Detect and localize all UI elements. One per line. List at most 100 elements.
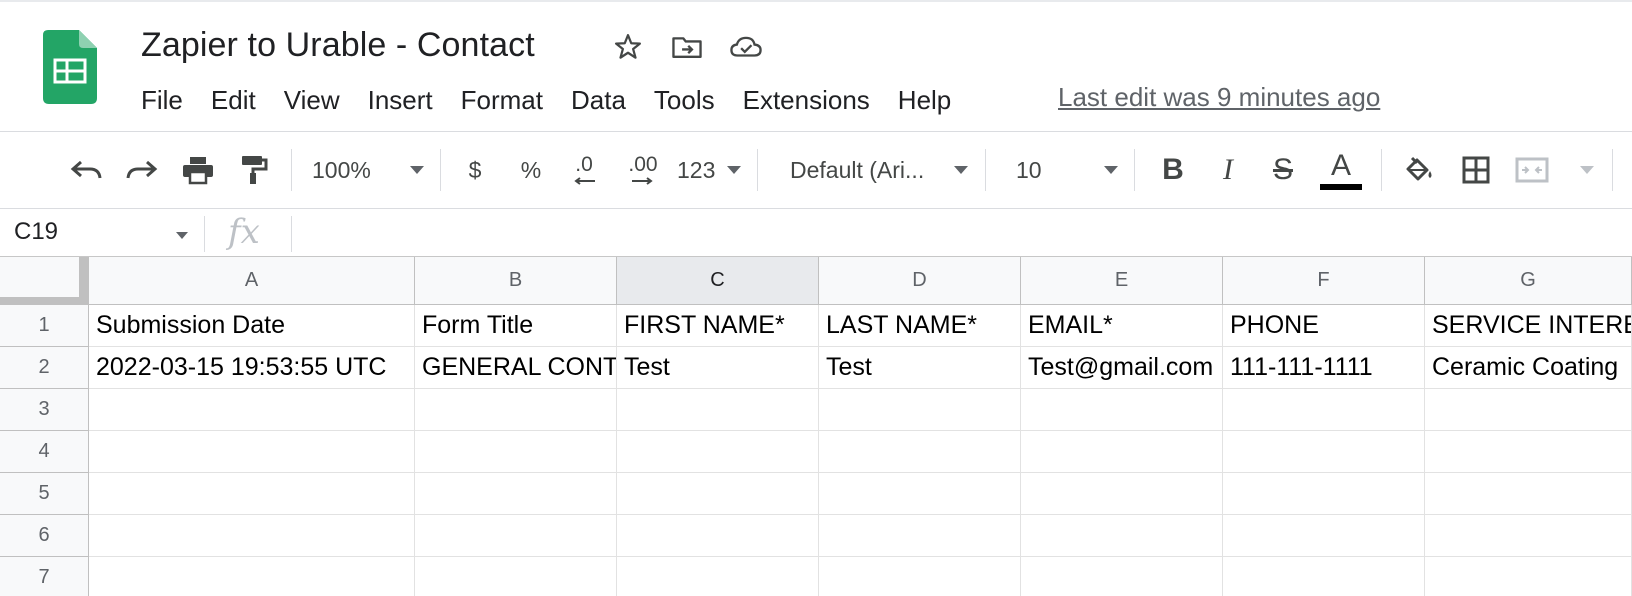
document-title[interactable]: Zapier to Urable - Contact xyxy=(141,26,535,65)
cell-a1[interactable]: Submission Date xyxy=(89,305,415,347)
cell-g6[interactable] xyxy=(1425,515,1632,557)
column-header-d[interactable]: D xyxy=(819,257,1021,305)
cell-d6[interactable] xyxy=(819,515,1021,557)
cell-b2[interactable]: GENERAL CONTACT xyxy=(415,347,617,389)
cell-a5[interactable] xyxy=(89,473,415,515)
menu-tools[interactable]: Tools xyxy=(640,85,729,116)
row-header-1[interactable]: 1 xyxy=(0,305,89,347)
menu-file[interactable]: File xyxy=(127,85,197,116)
cell-c5[interactable] xyxy=(617,473,819,515)
print-icon[interactable] xyxy=(176,147,220,193)
cell-f3[interactable] xyxy=(1223,389,1425,431)
row-header-6[interactable]: 6 xyxy=(0,515,89,557)
borders-icon[interactable] xyxy=(1454,147,1498,193)
more-formats-button[interactable]: 123 xyxy=(677,147,741,193)
column-header-e[interactable]: E xyxy=(1021,257,1223,305)
column-header-g[interactable]: G xyxy=(1425,257,1632,305)
column-header-b[interactable]: B xyxy=(415,257,617,305)
cell-g2[interactable]: Ceramic Coating xyxy=(1425,347,1632,389)
cell-d2[interactable]: Test xyxy=(819,347,1021,389)
name-box[interactable]: C19 xyxy=(14,218,58,246)
cell-f2[interactable]: 111-111-1111 xyxy=(1223,347,1425,389)
cell-b5[interactable] xyxy=(415,473,617,515)
cell-b1[interactable]: Form Title xyxy=(415,305,617,347)
column-header-a[interactable]: A xyxy=(89,257,415,305)
cell-e1[interactable]: EMAIL* xyxy=(1021,305,1223,347)
cell-f1[interactable]: PHONE xyxy=(1223,305,1425,347)
menu-view[interactable]: View xyxy=(270,85,354,116)
cell-c6[interactable] xyxy=(617,515,819,557)
cell-f7[interactable] xyxy=(1223,557,1425,596)
row-header-7[interactable]: 7 xyxy=(0,557,89,596)
formula-input[interactable] xyxy=(300,216,1620,252)
cell-d4[interactable] xyxy=(819,431,1021,473)
cell-e4[interactable] xyxy=(1021,431,1223,473)
bold-button[interactable]: B xyxy=(1153,147,1193,193)
cloud-saved-icon[interactable] xyxy=(729,30,763,64)
row-header-3[interactable]: 3 xyxy=(0,389,89,431)
cell-c3[interactable] xyxy=(617,389,819,431)
folder-move-icon[interactable] xyxy=(670,30,704,64)
cell-a7[interactable] xyxy=(89,557,415,596)
cell-d7[interactable] xyxy=(819,557,1021,596)
paint-format-icon[interactable] xyxy=(232,147,276,193)
last-edit-link[interactable]: Last edit was 9 minutes ago xyxy=(1058,82,1380,113)
zoom-select[interactable]: 100% xyxy=(312,147,424,193)
cell-e3[interactable] xyxy=(1021,389,1223,431)
cell-e5[interactable] xyxy=(1021,473,1223,515)
cell-a3[interactable] xyxy=(89,389,415,431)
column-header-f[interactable]: F xyxy=(1223,257,1425,305)
cell-c4[interactable] xyxy=(617,431,819,473)
freeze-row-handle[interactable] xyxy=(0,297,89,305)
cell-b3[interactable] xyxy=(415,389,617,431)
decrease-decimal-button[interactable]: .0 xyxy=(562,147,606,193)
cell-d1[interactable]: LAST NAME* xyxy=(819,305,1021,347)
column-header-c[interactable]: C xyxy=(617,257,819,305)
cell-e7[interactable] xyxy=(1021,557,1223,596)
menu-insert[interactable]: Insert xyxy=(354,85,447,116)
cell-f6[interactable] xyxy=(1223,515,1425,557)
cell-f5[interactable] xyxy=(1223,473,1425,515)
cell-b6[interactable] xyxy=(415,515,617,557)
star-icon[interactable] xyxy=(611,30,645,64)
menu-format[interactable]: Format xyxy=(447,85,557,116)
cell-c1[interactable]: FIRST NAME* xyxy=(617,305,819,347)
cell-g4[interactable] xyxy=(1425,431,1632,473)
cell-g1[interactable]: SERVICE INTEREST xyxy=(1425,305,1632,347)
merge-cells-button[interactable] xyxy=(1514,147,1594,193)
cell-b7[interactable] xyxy=(415,557,617,596)
cell-f4[interactable] xyxy=(1223,431,1425,473)
row-header-2[interactable]: 2 xyxy=(0,347,89,389)
menu-edit[interactable]: Edit xyxy=(197,85,270,116)
font-family-select[interactable]: Default (Ari... xyxy=(790,147,968,193)
fill-color-icon[interactable] xyxy=(1397,147,1441,193)
currency-format-button[interactable]: $ xyxy=(457,147,493,193)
cell-g5[interactable] xyxy=(1425,473,1632,515)
menu-extensions[interactable]: Extensions xyxy=(729,85,884,116)
cell-c2[interactable]: Test xyxy=(617,347,819,389)
cell-g7[interactable] xyxy=(1425,557,1632,596)
strikethrough-button[interactable]: S xyxy=(1263,147,1303,193)
chevron-down-icon[interactable] xyxy=(176,232,188,239)
cell-e6[interactable] xyxy=(1021,515,1223,557)
menu-data[interactable]: Data xyxy=(557,85,640,116)
cell-c7[interactable] xyxy=(617,557,819,596)
cell-d3[interactable] xyxy=(819,389,1021,431)
menu-help[interactable]: Help xyxy=(884,85,965,116)
row-header-5[interactable]: 5 xyxy=(0,473,89,515)
cell-a6[interactable] xyxy=(89,515,415,557)
redo-icon[interactable] xyxy=(120,147,164,193)
cell-g3[interactable] xyxy=(1425,389,1632,431)
italic-button[interactable]: I xyxy=(1208,147,1248,193)
cell-e2[interactable]: Test@gmail.com xyxy=(1021,347,1223,389)
undo-icon[interactable] xyxy=(64,147,108,193)
text-color-button[interactable]: A xyxy=(1318,147,1364,193)
cell-a2[interactable]: 2022-03-15 19:53:55 UTC xyxy=(89,347,415,389)
row-header-4[interactable]: 4 xyxy=(0,431,89,473)
cell-b4[interactable] xyxy=(415,431,617,473)
increase-decimal-button[interactable]: .00 xyxy=(620,147,666,193)
font-size-select[interactable]: 10 xyxy=(1016,147,1118,193)
google-sheets-logo-icon[interactable] xyxy=(43,30,97,104)
percent-format-button[interactable]: % xyxy=(513,147,549,193)
cell-d5[interactable] xyxy=(819,473,1021,515)
